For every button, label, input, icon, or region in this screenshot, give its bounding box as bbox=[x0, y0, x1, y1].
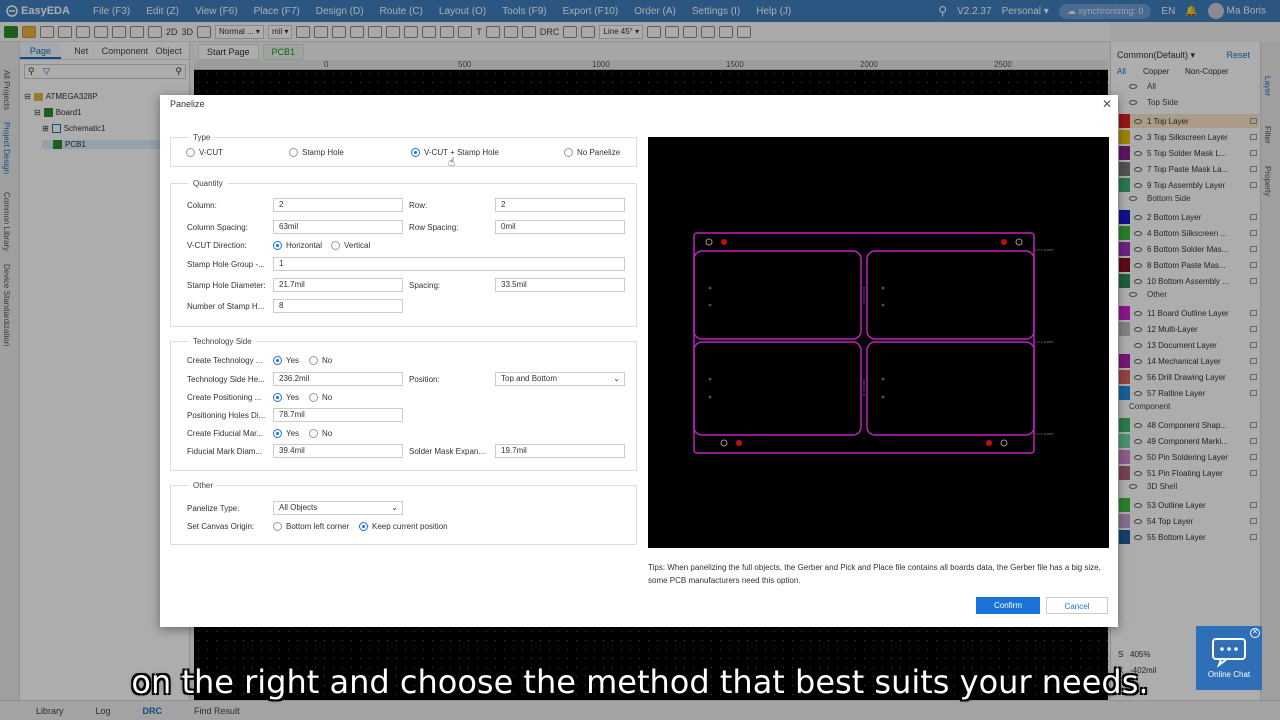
column-input[interactable]: 2 bbox=[273, 198, 403, 212]
stamp-hole-group-input[interactable]: 1 bbox=[273, 257, 625, 271]
panel-preview: V-CUT V-CUT V-CUT bbox=[648, 137, 1109, 548]
quantity-section: Quantity Column: 2 Row: 2 Column Spacing… bbox=[170, 179, 637, 327]
create-fid-no-radio[interactable]: No bbox=[309, 429, 332, 438]
solder-mask-expansion-input[interactable]: 19.7mil bbox=[495, 444, 625, 458]
close-icon[interactable]: ✕ bbox=[1250, 628, 1260, 638]
type-section: Type V-CUT Stamp Hole V-CUT + Stamp Hole… bbox=[170, 133, 637, 167]
panelize-type-select[interactable]: All Objects ⌄ bbox=[273, 501, 403, 515]
vcut-vertical-radio[interactable]: Vertical bbox=[331, 241, 370, 250]
cancel-button[interactable]: Cancel bbox=[1046, 597, 1108, 614]
technology-section: Technology Side Create Technology ... Ye… bbox=[170, 337, 637, 471]
row-spacing-input[interactable]: 0mil bbox=[495, 220, 625, 234]
mouse-cursor-icon: ☝ bbox=[448, 155, 456, 169]
position-select[interactable]: Top and Bottom ⌄ bbox=[495, 372, 625, 386]
dialog-title: Panelize bbox=[170, 99, 205, 109]
confirm-button[interactable]: Confirm bbox=[976, 597, 1040, 614]
row-input[interactable]: 2 bbox=[495, 198, 625, 212]
type-no-panelize-radio[interactable]: No Panelize bbox=[564, 148, 620, 157]
stamp-hole-diameter-input[interactable]: 21.7mil bbox=[273, 278, 403, 292]
vcut-horizontal-radio[interactable]: Horizontal bbox=[273, 241, 322, 250]
svg-text:V-CUT: V-CUT bbox=[1044, 340, 1053, 344]
tech-side-height-input[interactable]: 236.2mil bbox=[273, 372, 403, 386]
create-pos-yes-radio[interactable]: Yes bbox=[273, 393, 299, 402]
origin-keep-current-radio[interactable]: Keep current position bbox=[359, 522, 448, 531]
create-pos-no-radio[interactable]: No bbox=[309, 393, 332, 402]
tips-text: Tips: When panelizing the full objects, … bbox=[648, 563, 1101, 585]
svg-text:V-CUT: V-CUT bbox=[1044, 248, 1053, 252]
type-legend: Type bbox=[189, 133, 215, 142]
stamp-spacing-input[interactable]: 33.5mil bbox=[495, 278, 625, 292]
svg-text:V-CUT: V-CUT bbox=[1044, 432, 1053, 436]
close-icon[interactable]: ✕ bbox=[1102, 97, 1112, 111]
positioning-hole-diameter-input[interactable]: 78.7mil bbox=[273, 408, 403, 422]
origin-bottom-left-radio[interactable]: Bottom left corner bbox=[273, 522, 349, 531]
panelize-dialog: Panelize ✕ Type V-CUT Stamp Hole V-CUT +… bbox=[160, 95, 1118, 627]
other-section: Other Panelize Type: All Objects ⌄ Set Ca… bbox=[170, 481, 637, 545]
fiducial-diameter-input[interactable]: 39.4mil bbox=[273, 444, 403, 458]
create-fid-yes-radio[interactable]: Yes bbox=[273, 429, 299, 438]
number-stamp-holes-input[interactable]: 8 bbox=[273, 299, 403, 313]
create-tech-yes-radio[interactable]: Yes bbox=[273, 356, 299, 365]
type-vcut-radio[interactable]: V-CUT bbox=[186, 148, 223, 157]
type-stamp-hole-radio[interactable]: Stamp Hole bbox=[289, 148, 344, 157]
video-caption: on the right and choose the method that … bbox=[131, 663, 1149, 701]
chevron-down-icon: ⌄ bbox=[391, 503, 398, 512]
create-tech-no-radio[interactable]: No bbox=[309, 356, 332, 365]
column-spacing-input[interactable]: 63mil bbox=[273, 220, 403, 234]
chevron-down-icon: ⌄ bbox=[613, 374, 620, 383]
